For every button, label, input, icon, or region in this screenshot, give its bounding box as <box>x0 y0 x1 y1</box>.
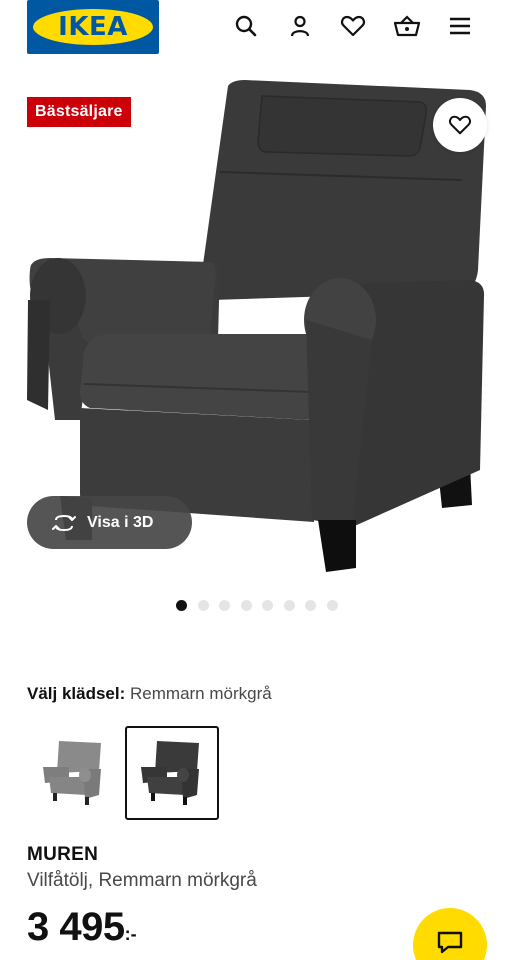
grey-chair-thumbnail <box>43 741 101 805</box>
chat-icon <box>437 931 463 954</box>
view-in-3d-button[interactable]: Visa i 3D <box>27 496 192 549</box>
rotate-3d-icon <box>52 514 76 531</box>
pagination-dot[interactable] <box>262 600 273 611</box>
pagination-dot[interactable] <box>176 600 187 611</box>
upholstery-selection-line: Välj klädsel: Remmarn mörkgrå <box>27 684 272 704</box>
pagination-dot[interactable] <box>326 600 338 611</box>
product-name: MUREN <box>27 844 99 865</box>
image-pagination <box>176 600 348 611</box>
bestseller-badge: Bästsäljare <box>27 97 131 127</box>
product-price: 3 495:- <box>27 905 137 950</box>
upholstery-value: Remmarn mörkgrå <box>130 684 272 703</box>
view-in-3d-label: Visa i 3D <box>87 513 154 531</box>
pagination-dot[interactable] <box>197 600 209 611</box>
add-to-favourites-button[interactable] <box>433 98 487 152</box>
dark-grey-chair-thumbnail <box>141 741 199 805</box>
upholstery-label: Välj klädsel: <box>27 684 126 703</box>
chat-button[interactable] <box>413 908 487 960</box>
pagination-dot[interactable] <box>219 600 230 611</box>
heart-icon <box>449 115 471 135</box>
pagination-dot[interactable] <box>283 600 295 611</box>
upholstery-option-grey[interactable] <box>27 726 121 820</box>
upholstery-option-dark-grey[interactable] <box>125 726 219 820</box>
product-description: Vilfåtölj, Remmarn mörkgrå <box>27 870 257 891</box>
price-integer: 3 495 <box>27 905 125 949</box>
pagination-dot[interactable] <box>305 600 316 611</box>
pagination-dot[interactable] <box>240 600 252 611</box>
price-suffix: :- <box>124 924 137 944</box>
